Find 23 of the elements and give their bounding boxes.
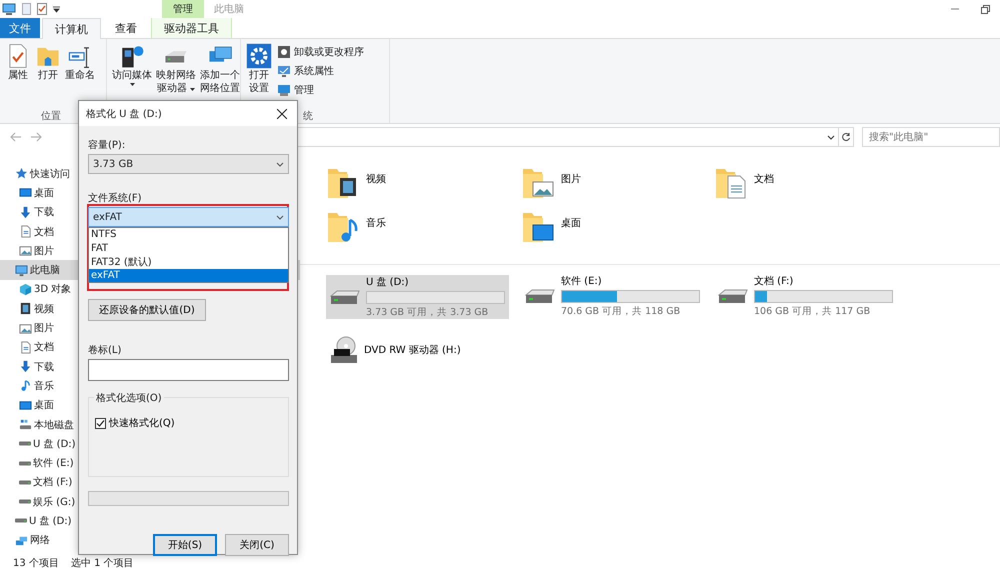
free-space: 106 GB 可用，共 117 GB (754, 305, 872, 318)
folder-name: 音乐 (366, 216, 386, 230)
drive-name: 软件 (E:) (561, 275, 603, 288)
folder-name: 视频 (366, 172, 386, 186)
status-text: 13 个项目 (13, 557, 59, 570)
group-label: 统 (303, 110, 313, 123)
group-label: 位置 (41, 110, 61, 123)
free-space: 3.73 GB 可用，共 3.73 GB (366, 306, 490, 319)
field-label: 容量(P): (88, 138, 126, 151)
dialog-title: 格式化 U 盘 (D:) (86, 108, 162, 120)
drive-name: DVD RW 驱动器 (H:) (364, 344, 462, 357)
folder-name: 桌面 (561, 216, 581, 230)
window-title: 此电脑 (213, 2, 245, 17)
drive-name: U 盘 (D:) (366, 276, 410, 289)
field-label: 卷标(L) (88, 344, 122, 356)
free-space: 70.6 GB 可用，共 118 GB (561, 305, 682, 318)
field-label: 文件系统(F) (88, 192, 143, 204)
tool-group-header: 管理 (162, 0, 204, 18)
group-label: 格式化选项(O) (94, 391, 164, 405)
folder-name: 文档 (754, 172, 774, 186)
folder-name: 图片 (561, 172, 581, 186)
drive-name: 文档 (F:) (754, 274, 794, 288)
status-text: 选中 1 个项目 (70, 556, 134, 570)
